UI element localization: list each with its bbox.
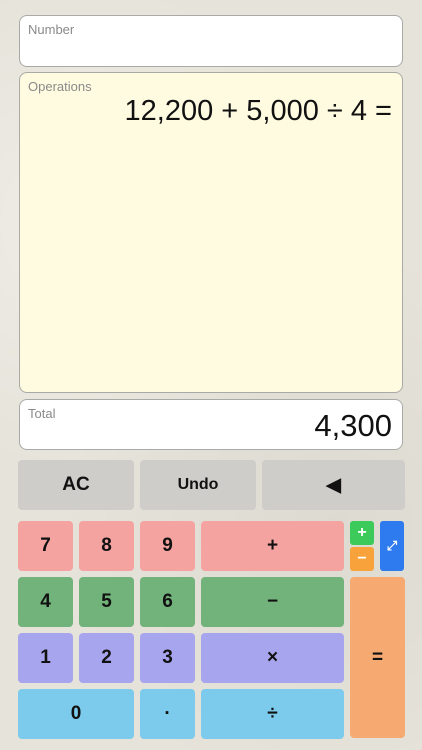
key-9[interactable]: 9: [140, 521, 195, 571]
key-2[interactable]: 2: [79, 633, 134, 683]
number-label: Number: [28, 22, 75, 37]
equals-button[interactable]: =: [350, 577, 405, 738]
key-8[interactable]: 8: [79, 521, 134, 571]
total-value: 4,300: [314, 408, 392, 443]
key-5[interactable]: 5: [79, 577, 134, 627]
total-field[interactable]: Total 4,300: [19, 399, 403, 450]
minus-button[interactable]: −: [201, 577, 344, 627]
expand-icon[interactable]: ⤢: [380, 521, 404, 571]
key-0[interactable]: 0: [18, 689, 134, 739]
total-label: Total: [28, 406, 56, 421]
number-field[interactable]: Number: [19, 15, 403, 67]
operations-expression: 12,200 + 5,000 ÷ 4 =: [124, 95, 392, 127]
key-4[interactable]: 4: [18, 577, 73, 627]
times-button[interactable]: ×: [201, 633, 344, 683]
mini-plus-button[interactable]: +: [350, 521, 374, 545]
key-7[interactable]: 7: [18, 521, 73, 571]
key-3[interactable]: 3: [140, 633, 195, 683]
decimal-button[interactable]: ·: [140, 689, 195, 739]
key-1[interactable]: 1: [18, 633, 73, 683]
ac-button[interactable]: AC: [18, 460, 134, 510]
divide-button[interactable]: ÷: [201, 689, 344, 739]
operations-label: Operations: [28, 79, 92, 94]
undo-button[interactable]: Undo: [140, 460, 256, 510]
plus-button[interactable]: +: [201, 521, 344, 571]
mini-minus-button[interactable]: −: [350, 547, 374, 571]
key-6[interactable]: 6: [140, 577, 195, 627]
backspace-button[interactable]: ◀: [262, 460, 405, 510]
operations-field[interactable]: Operations 12,200 + 5,000 ÷ 4 =: [19, 72, 403, 393]
